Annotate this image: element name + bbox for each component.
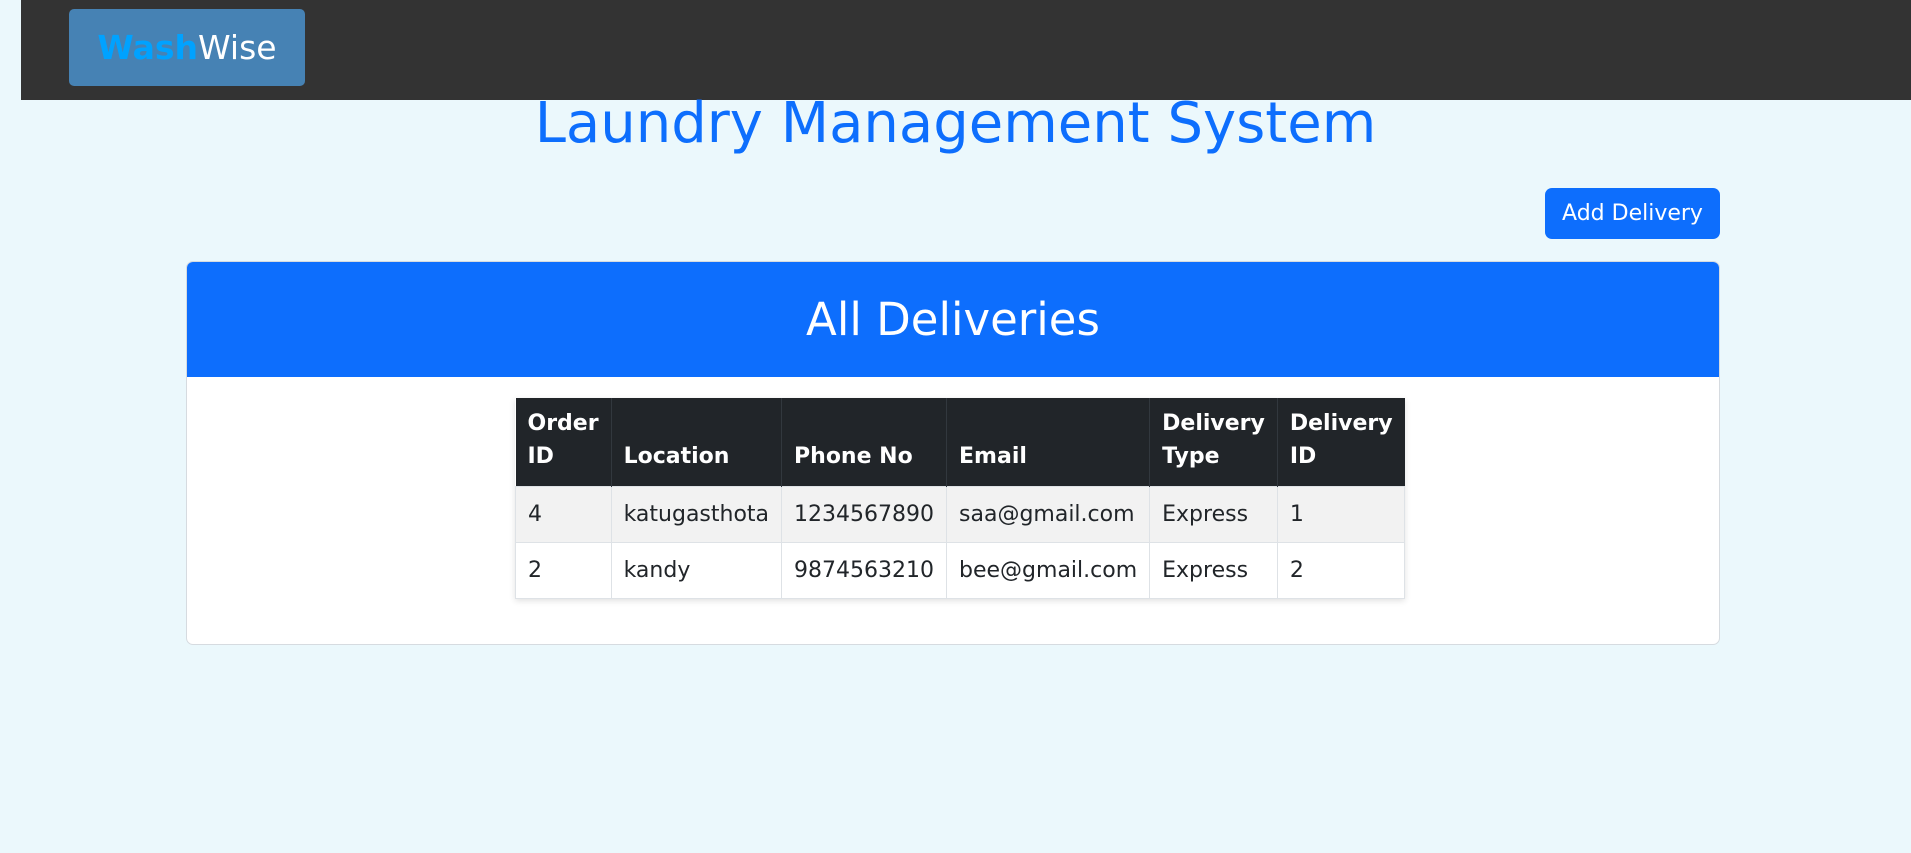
column-header-delivery-type: Delivery Type — [1149, 398, 1278, 487]
cell-delivery-type: Express — [1149, 542, 1278, 599]
card-header-title: All Deliveries — [187, 262, 1719, 377]
column-header-location: Location — [611, 398, 783, 487]
column-header-delivery-id: Delivery ID — [1277, 398, 1405, 487]
cell-phone-no: 1234567890 — [781, 486, 948, 543]
add-delivery-button[interactable]: Add Delivery — [1545, 188, 1720, 239]
column-header-phone-no: Phone No — [781, 398, 948, 487]
cell-phone-no: 9874563210 — [781, 542, 948, 599]
deliveries-card: All Deliveries Order ID Location Phone N… — [186, 261, 1720, 645]
navbar: Wash Wise — [21, 0, 1911, 100]
deliveries-table: Order ID Location Phone No Email Deliver… — [515, 398, 1406, 599]
deliveries-table-container: Order ID Location Phone No Email Deliver… — [515, 398, 1406, 599]
cell-delivery-id: 1 — [1277, 486, 1406, 543]
brand-logo-part-wash: Wash — [97, 28, 199, 67]
table-header-row: Order ID Location Phone No Email Deliver… — [515, 398, 1405, 487]
column-header-order-id: Order ID — [515, 398, 612, 487]
cell-email: saa@gmail.com — [946, 486, 1151, 543]
cell-location: katugasthota — [611, 486, 783, 543]
cell-delivery-type: Express — [1149, 486, 1278, 543]
cell-order-id: 2 — [515, 542, 612, 599]
cell-email: bee@gmail.com — [946, 542, 1151, 599]
cell-location: kandy — [611, 542, 783, 599]
table-row: 4 katugasthota 1234567890 saa@gmail.com … — [515, 486, 1406, 543]
table-row: 2 kandy 9874563210 bee@gmail.com Express… — [515, 542, 1406, 599]
brand-logo-link[interactable]: Wash Wise — [69, 9, 305, 86]
brand-logo-part-wise: Wise — [198, 28, 277, 67]
cell-delivery-id: 2 — [1277, 542, 1406, 599]
column-header-email: Email — [946, 398, 1151, 487]
page-title: Laundry Management System — [534, 91, 1377, 156]
cell-order-id: 4 — [515, 486, 612, 543]
